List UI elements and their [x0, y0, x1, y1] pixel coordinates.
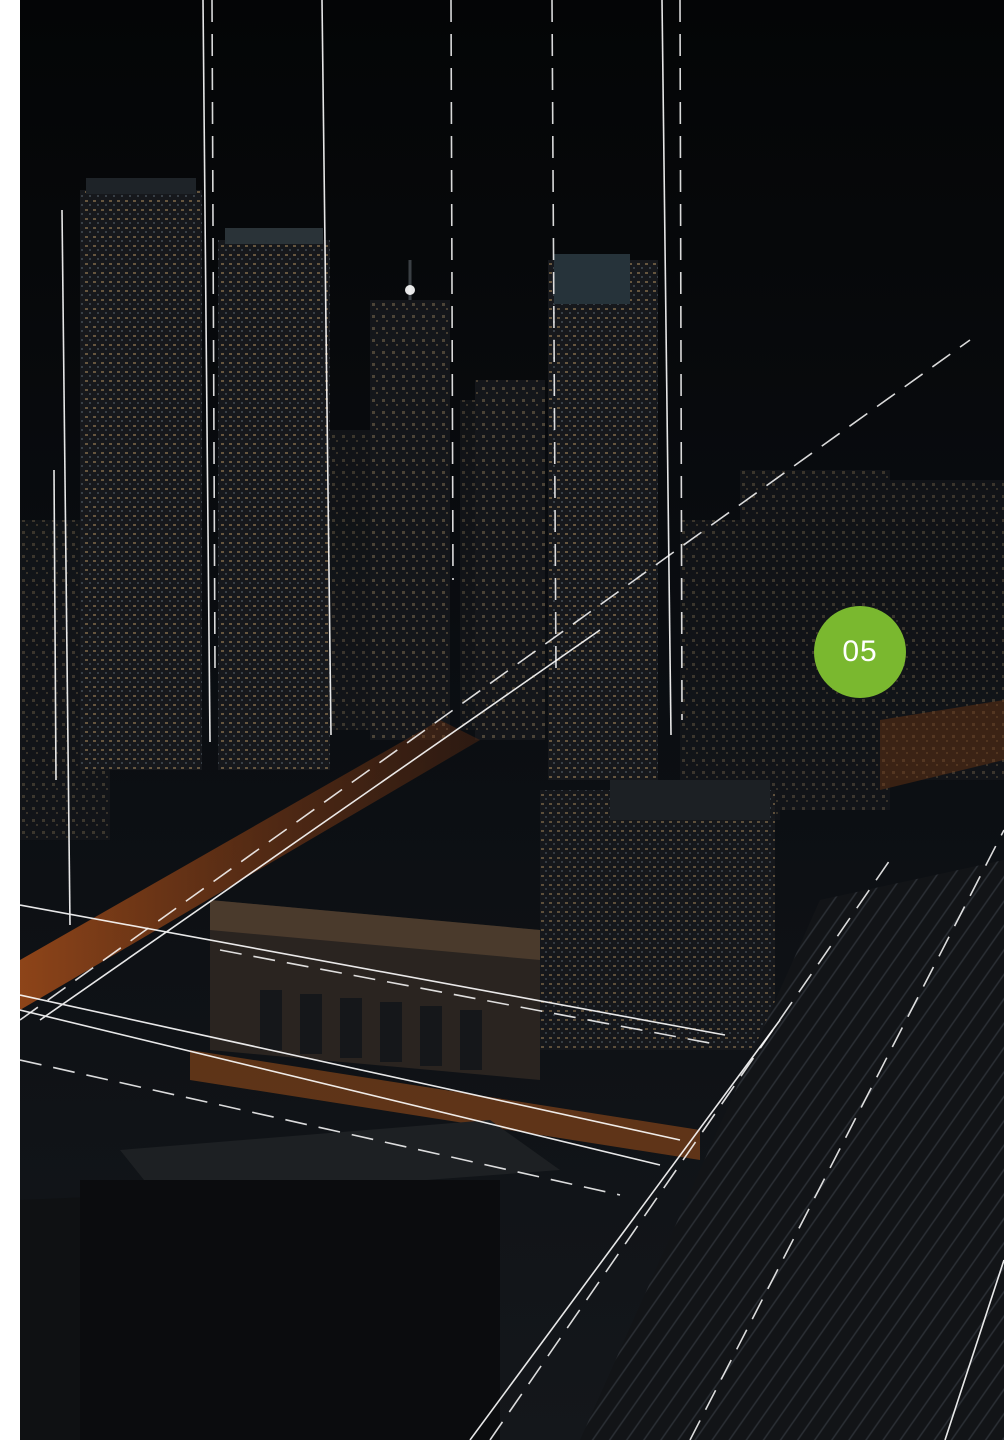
tower-left-2 [218, 228, 330, 770]
station-building [210, 900, 540, 1080]
mid-tower [475, 380, 545, 740]
report-page: 05 [0, 0, 1004, 1440]
office-block [540, 780, 775, 1050]
night-city-cover-image: 05 [20, 0, 1004, 1440]
tower-crane-building [370, 260, 450, 740]
tower-right [548, 254, 658, 780]
page-number-badge: 05 [814, 606, 906, 698]
tower-left [80, 178, 202, 770]
foreground-building [80, 1180, 500, 1440]
night-city-illustration [20, 0, 1004, 1440]
